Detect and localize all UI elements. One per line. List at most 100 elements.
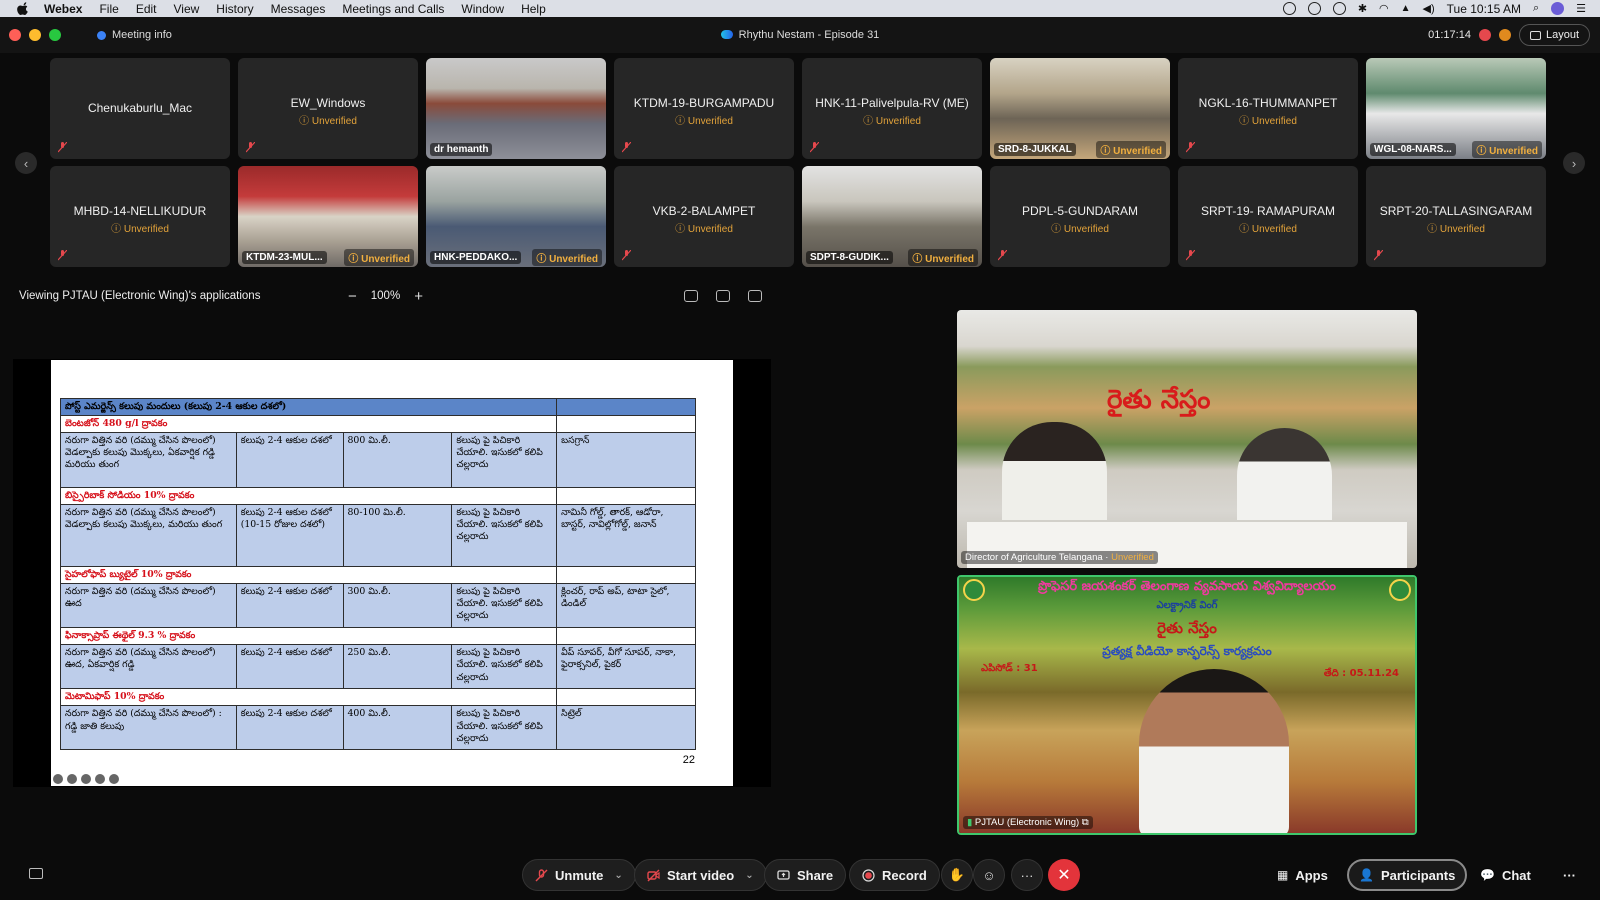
leave-meeting-button[interactable]: ✕ — [1048, 859, 1080, 891]
more-options-button[interactable]: ··· — [1011, 859, 1043, 891]
minimize-window-icon[interactable] — [29, 29, 41, 41]
participant-tile[interactable]: SRPT-19- RAMAPURAM ⓘ Unverified — [1178, 166, 1358, 267]
participant-tile[interactable]: Chenukaburlu_Mac — [50, 58, 230, 159]
unverified-badge: ⓘ Unverified — [1472, 140, 1542, 158]
control-center-icon[interactable]: ☰ — [1576, 2, 1586, 15]
camera-status-icon[interactable] — [1307, 2, 1321, 15]
participant-video-tile[interactable]: SRD-8-JUKKAL ⓘ Unverified — [990, 58, 1170, 159]
layout-button[interactable]: Layout — [1518, 24, 1590, 46]
participant-tile[interactable]: EW_Windows ⓘ Unverified — [238, 58, 418, 159]
participant-tile[interactable]: NGKL-16-THUMMANPET ⓘ Unverified — [1178, 58, 1358, 159]
slide-prev-icon[interactable] — [53, 774, 63, 784]
table-cell — [556, 566, 696, 585]
start-video-label: Start video — [667, 867, 735, 883]
chemical-name: బిస్పైరిబాక్ సోడియం 10% ద్రావకం — [59, 487, 558, 506]
zoom-out-button[interactable]: − — [348, 288, 357, 305]
close-window-icon[interactable] — [9, 29, 21, 41]
participant-video-tile[interactable]: dr hemanth — [426, 58, 606, 159]
menu-meetings-and-calls[interactable]: Meetings and Calls — [342, 2, 444, 16]
alert-indicator-icon[interactable] — [1498, 29, 1511, 41]
participant-tile[interactable]: MHBD-14-NELLIKUDUR ⓘ Unverified — [50, 166, 230, 267]
unverified-badge: ⓘ Unverified — [675, 224, 733, 235]
wifi-icon[interactable]: ◠ — [1379, 2, 1389, 15]
spotlight-search-icon[interactable]: ⌕ — [1533, 2, 1539, 15]
remote-control-icon[interactable] — [684, 290, 698, 302]
menu-file[interactable]: File — [99, 2, 118, 16]
method-cell: కలుపు పై పిచికారి చేయాలి. ఇసుకలో కలిపి చ… — [451, 644, 558, 690]
participant-tile[interactable]: SRPT-20-TALLASINGARAM ⓘ Unverified — [1366, 166, 1546, 267]
strip-next-arrow-icon[interactable]: › — [1563, 152, 1585, 174]
chevron-down-icon[interactable]: ⌄ — [614, 870, 622, 881]
menu-view[interactable]: View — [174, 2, 200, 16]
stage-cell: కలుపు 2-4 ఆకుల దశలో — [235, 583, 344, 629]
recording-indicator-icon[interactable] — [1478, 29, 1491, 41]
viewing-share-label: Viewing PJTAU (Electronic Wing)'s applic… — [19, 290, 261, 302]
participant-video-tile[interactable]: WGL-08-NARS... ⓘ Unverified — [1366, 58, 1546, 159]
menu-messages[interactable]: Messages — [271, 2, 326, 16]
zoom-icon[interactable] — [95, 774, 105, 784]
reactions-button[interactable]: ☺ — [973, 859, 1005, 891]
start-video-button[interactable]: Start video ⌄ — [634, 859, 767, 891]
participants-button[interactable]: 👤 Participants — [1347, 859, 1468, 891]
participant-tile[interactable]: HNK-11-Palivelpula-RV (ME) ⓘ Unverified — [802, 58, 982, 159]
menu-app-webex[interactable]: Webex — [44, 2, 82, 16]
method-cell: కలుపు పై పిచికారి చేయాలి. ఇసుకలో కలిపి చ… — [451, 705, 558, 751]
banner-program: ప్రత్యక్ష వీడియో కాన్ఫరెన్స్ కార్యక్రమం — [1102, 644, 1272, 658]
participant-name: SRD-8-JUKKAL — [994, 142, 1076, 156]
unmute-button[interactable]: Unmute ⌄ — [522, 859, 636, 891]
closed-captions-icon[interactable] — [29, 868, 43, 879]
participant-tile[interactable]: KTDM-19-BURGAMPADU ⓘ Unverified — [614, 58, 794, 159]
overflow-menu-button[interactable]: ··· — [1553, 859, 1586, 891]
grid-icon[interactable] — [81, 774, 91, 784]
herbicide-table: పోస్ట్ ఎమర్జెన్స్ కలుపు మందులు (కలుపు 2-… — [59, 397, 696, 751]
zoom-in-button[interactable]: + — [414, 288, 423, 305]
time-machine-icon[interactable] — [1332, 2, 1346, 15]
fullscreen-icon[interactable] — [748, 290, 762, 302]
menu-edit[interactable]: Edit — [136, 2, 157, 16]
participant-tile[interactable]: VKB-2-BALAMPET ⓘ Unverified — [614, 166, 794, 267]
unverified-badge: ⓘ Unverified — [299, 116, 357, 127]
webex-status-icon[interactable] — [1282, 2, 1296, 15]
siri-icon[interactable] — [1551, 2, 1565, 15]
shared-content-area[interactable]: పోస్ట్ ఎమర్జెన్స్ కలుపు మందులు (కలుపు 2-… — [13, 359, 771, 787]
layout-grid-icon — [1529, 30, 1541, 40]
participant-video-tile[interactable]: HNK-PEDDAKO... ⓘ Unverified — [426, 166, 606, 267]
participant-video-tile[interactable]: SDPT-8-GUDIK... ⓘ Unverified — [802, 166, 982, 267]
zoom-window-icon[interactable] — [49, 29, 61, 41]
stage-video-active-speaker[interactable]: ప్రొఫెసర్ జయశంకర్ తెలంగాణ వ్యవసాయ విశ్వవ… — [957, 575, 1417, 835]
sharing-icon: ⧉ — [1081, 817, 1089, 828]
share-button[interactable]: Share — [764, 859, 847, 891]
menubar-clock[interactable]: Tue 10:15 AM — [1447, 2, 1521, 16]
participant-tile[interactable]: PDPL-5-GUNDARAM ⓘ Unverified — [990, 166, 1170, 267]
chevron-down-icon[interactable]: ⌄ — [745, 870, 753, 881]
unverified-badge: ⓘ Unverified — [1239, 224, 1297, 235]
chat-button[interactable]: 💬 Chat — [1470, 859, 1541, 891]
menu-window[interactable]: Window — [461, 2, 504, 16]
meeting-info-button[interactable]: Meeting info — [97, 29, 172, 41]
muted-mic-icon — [1186, 142, 1195, 153]
stage-video-director[interactable]: రైతు నేస్తం Director of Agriculture Tela… — [957, 310, 1417, 568]
raise-hand-button[interactable]: ✋ — [941, 859, 973, 891]
pen-icon[interactable] — [67, 774, 77, 784]
speaker-figure — [1139, 669, 1289, 833]
menu-history[interactable]: History — [216, 2, 253, 16]
meeting-title-text: Rhythu Nestam - Episode 31 — [738, 29, 880, 41]
unverified-badge: ⓘ Unverified — [675, 116, 733, 127]
bluetooth-icon[interactable]: ✱ — [1358, 2, 1367, 15]
table-category-row: సైహలోఫాప్ బ్యుటైల్ 10% ద్రావకం — [59, 566, 696, 585]
menu-help[interactable]: Help — [521, 2, 546, 16]
participant-video-tile[interactable]: KTDM-23-MUL... ⓘ Unverified — [238, 166, 418, 267]
apps-button[interactable]: ▦ Apps — [1267, 859, 1338, 891]
eject-icon[interactable]: ▲ — [1401, 3, 1411, 14]
stage-cell: కలుపు 2-4 ఆకుల దశలో — [235, 644, 344, 690]
apple-icon[interactable] — [16, 1, 30, 16]
record-icon — [862, 868, 875, 882]
table-row: నరుగా విత్తిన వరి (దమ్ము చేసిన పొలంలో) వ… — [60, 432, 696, 489]
volume-icon[interactable]: ◀) — [1423, 2, 1435, 15]
record-button[interactable]: Record — [849, 859, 940, 891]
slide-controls — [53, 774, 119, 784]
slide-next-icon[interactable] — [109, 774, 119, 784]
annotate-icon[interactable] — [716, 290, 730, 302]
strip-prev-arrow-icon[interactable]: ‹ — [15, 152, 37, 174]
muted-mic-icon — [535, 868, 548, 881]
